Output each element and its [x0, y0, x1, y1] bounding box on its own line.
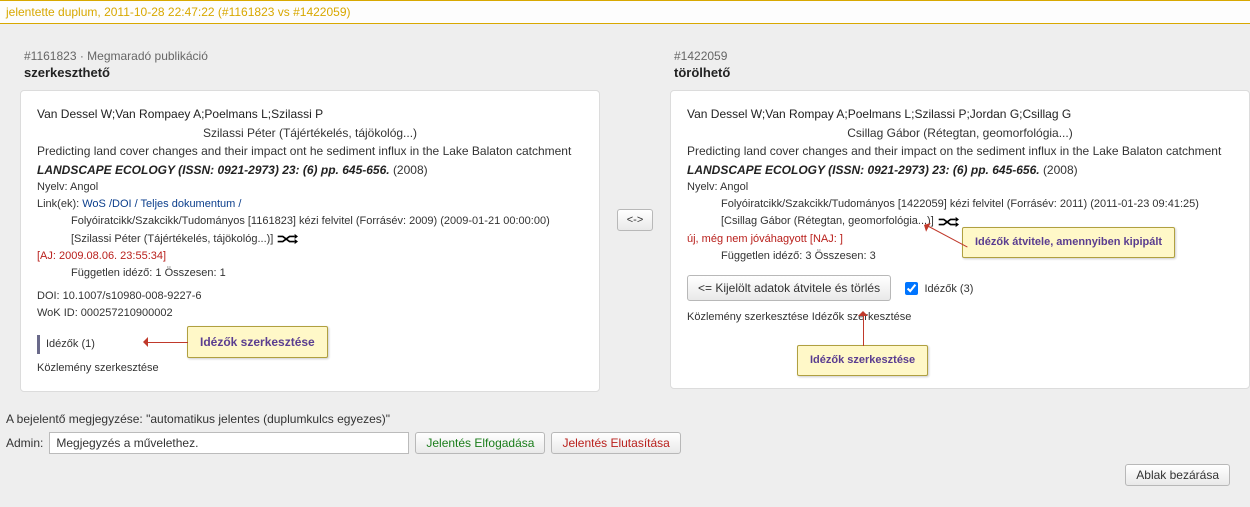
transfer-row: <= Kijelölt adatok átvitele és törlés Id… [687, 275, 1233, 302]
admin-row: Admin: Jelentés Elfogadása Jelentés Elut… [0, 430, 1250, 456]
links-label: Link(ek): [37, 198, 79, 210]
left-body: Van Dessel W;Van Rompaey A;Poelmans L;Sz… [20, 90, 600, 392]
left-classif: Folyóiratcikk/Szakcikk/Tudományos [11618… [71, 213, 583, 230]
swap-button[interactable]: <-> [617, 209, 653, 231]
citers-checkbox[interactable] [905, 282, 918, 295]
links-items: WoS /DOI / Teljes dokumentum / [82, 198, 241, 210]
shuffle-icon [937, 215, 959, 229]
left-wok: WoK ID: 000257210900002 [37, 305, 583, 322]
callout-right-top: Idézők átvitele, amennyiben kipipált [962, 227, 1175, 258]
reporter-note: A bejelentő megjegyzése: "automatikus je… [0, 408, 1250, 430]
close-row: Ablak bezárása [0, 456, 1250, 498]
right-edit-links[interactable]: Közlemény szerkesztése Idézők szerkeszté… [687, 309, 1233, 326]
right-journal: LANDSCAPE ECOLOGY (ISSN: 0921-2973) 23: … [687, 161, 1233, 180]
journal-name: LANDSCAPE ECOLOGY (ISSN: 0921-2973) [687, 163, 929, 177]
left-authors: Van Dessel W;Van Rompaey A;Poelmans L;Sz… [37, 105, 583, 124]
footer: A bejelentő megjegyzése: "automatikus je… [0, 402, 1250, 506]
right-panel: #1422059 törölhető Van Dessel W;Van Romp… [670, 49, 1250, 389]
right-authors: Van Dessel W;Van Rompay A;Poelmans L;Szi… [687, 105, 1233, 124]
vol-issue: 23: (6) [282, 163, 317, 177]
accept-button[interactable]: Jelentés Elfogadása [415, 432, 545, 454]
left-links: Link(ek): WoS /DOI / Teljes dokumentum / [37, 196, 583, 213]
admin-label: Admin: [6, 436, 43, 450]
close-window-button[interactable]: Ablak bezárása [1125, 464, 1230, 486]
left-citers-link[interactable]: Idézők (1) [37, 335, 101, 354]
right-header: #1422059 törölhető [670, 49, 1250, 90]
year: (2008) [1043, 163, 1078, 177]
left-editor: Szilassi Péter (Tájértékelés, tájökológ.… [37, 124, 583, 143]
right-body: Van Dessel W;Van Rompay A;Poelmans L;Szi… [670, 90, 1250, 389]
journal-name: LANDSCAPE ECOLOGY (ISSN: 0921-2973) [37, 163, 279, 177]
swap-column: <-> [615, 209, 655, 231]
left-journal: LANDSCAPE ECOLOGY (ISSN: 0921-2973) 23: … [37, 161, 583, 180]
left-bracket: [Szilassi Péter (Tájértékelés, tájökológ… [71, 231, 583, 248]
left-panel: #1161823 · Megmaradó publikáció szerkesz… [20, 49, 600, 392]
comparison-panels: #1161823 · Megmaradó publikáció szerkesz… [0, 24, 1250, 402]
right-status: törölhető [674, 65, 1246, 80]
left-pub-id: #1161823 · Megmaradó publikáció [24, 49, 596, 63]
reject-button[interactable]: Jelentés Elutasítása [551, 432, 680, 454]
right-pub-id: #1422059 [674, 49, 1246, 63]
citers-cb-label: Idézők (3) [924, 283, 973, 295]
left-title: Predicting land cover changes and their … [37, 142, 583, 161]
transfer-button[interactable]: <= Kijelölt adatok átvitele és törlés [687, 275, 891, 302]
left-edit-pub[interactable]: Közlemény szerkesztése [37, 360, 583, 377]
pages: pp. 645-656. [971, 163, 1040, 177]
duplicate-banner: jelentette duplum, 2011-10-28 22:47:22 (… [0, 0, 1250, 24]
left-header: #1161823 · Megmaradó publikáció szerkesz… [20, 49, 600, 90]
right-editor: Csillag Gábor (Rétegtan, geomorfológia..… [687, 124, 1233, 143]
callout-right-bottom: Idézők szerkesztése [797, 345, 928, 376]
vol-issue: 23: (6) [932, 163, 967, 177]
left-doi: DOI: 10.1007/s10980-008-9227-6 [37, 288, 583, 305]
right-classif: Folyóiratcikk/Szakcikk/Tudományos [14220… [721, 196, 1233, 213]
callout-left: Idézők szerkesztése [187, 326, 328, 359]
shuffle-icon [276, 232, 298, 246]
left-status: szerkeszthető [24, 65, 596, 80]
right-warn: új, még nem jóváhagyott [NAJ: ] Idézők á… [687, 231, 1233, 248]
left-aj: [AJ: 2009.08.06. 23:55:34] [37, 248, 583, 265]
right-title: Predicting land cover changes and their … [687, 142, 1233, 161]
year: (2008) [393, 163, 428, 177]
admin-comment-input[interactable] [49, 432, 409, 454]
pages: pp. 645-656. [321, 163, 390, 177]
right-nyelv: Nyelv: Angol [687, 179, 1233, 196]
left-cites: Független idéző: 1 Összesen: 1 [71, 265, 583, 282]
left-nyelv: Nyelv: Angol [37, 179, 583, 196]
